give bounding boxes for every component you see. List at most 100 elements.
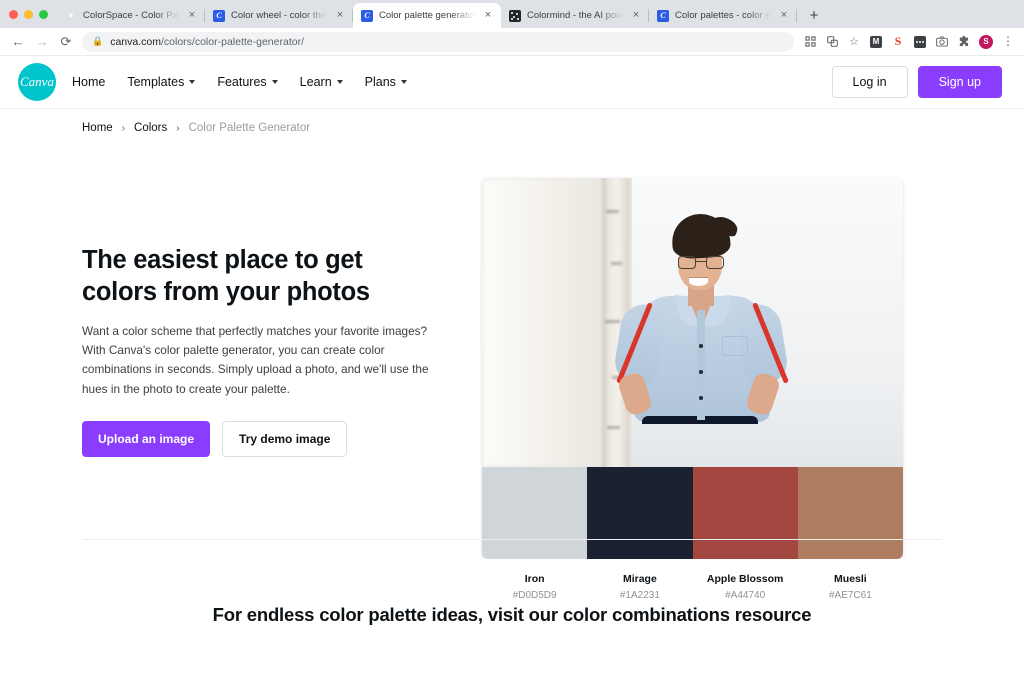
login-button[interactable]: Log in (831, 66, 908, 98)
window-maximize-button[interactable] (39, 9, 48, 19)
browser-toolbar: ← → ⟳ 🔒 canva.com/colors/color-palette-g… (0, 28, 1024, 56)
palette-labels: Iron #D0D5D9 Mirage #1A2231 Apple Blosso… (482, 559, 903, 601)
color-hex[interactable]: #D0D5D9 (482, 590, 587, 601)
hero-media-column: Iron #D0D5D9 Mirage #1A2231 Apple Blosso… (482, 178, 942, 601)
color-name: Iron (524, 573, 545, 585)
palette-swatches (482, 467, 903, 559)
nav-item-label: Learn (299, 75, 332, 89)
colorspace-icon: ⏸ (69, 10, 73, 20)
url-text: canva.com/colors/color-palette-generator… (110, 36, 304, 48)
forward-button[interactable]: → (30, 30, 54, 54)
qr-code-icon[interactable] (800, 32, 820, 52)
palette-label: Iron #D0D5D9 (482, 573, 587, 601)
person-figure (482, 178, 903, 467)
shirt-button (699, 344, 703, 348)
browser-tab-active[interactable]: C Color palette generator | Canva × (353, 3, 501, 28)
browser-tab[interactable]: C Color wheel - color theory and × (205, 3, 353, 28)
smile (689, 277, 708, 286)
back-button[interactable]: ← (6, 30, 30, 54)
tab-close-icon[interactable]: × (481, 9, 495, 23)
hero-actions: Upload an image Try demo image (82, 420, 442, 457)
hero-text-column: The easiest place to get colors from you… (82, 178, 442, 601)
nav-item-label: Home (72, 75, 106, 89)
tab-close-icon[interactable]: × (185, 9, 199, 23)
lock-icon: 🔒 (92, 36, 104, 46)
nav-item-label: Templates (127, 75, 185, 89)
url-domain: canva.com (110, 35, 161, 48)
bottom-section-heading: For endless color palette ideas, visit o… (212, 604, 812, 625)
canva-icon: C (213, 9, 225, 22)
nav-item-features[interactable]: Features (217, 75, 278, 89)
grammarly-extension-icon[interactable]: S (888, 32, 908, 52)
shirt-placket (697, 310, 705, 420)
shirt-button (699, 396, 703, 400)
nav-item-plans[interactable]: Plans (365, 75, 407, 89)
nav-item-label: Plans (364, 75, 396, 89)
screen-recorder-extension-icon[interactable] (910, 32, 930, 52)
chevron-down-icon (271, 80, 278, 84)
color-hex[interactable]: #1A2231 (587, 590, 692, 601)
address-bar[interactable]: 🔒 canva.com/colors/color-palette-generat… (82, 31, 794, 52)
gmail-extension-icon[interactable]: M (866, 32, 886, 52)
canva-logo[interactable]: Canva (18, 63, 56, 101)
upload-image-button[interactable]: Upload an image (82, 420, 211, 457)
color-hex[interactable]: #AE7C61 (798, 590, 903, 601)
tab-title: Color wheel - color theory and (231, 10, 327, 21)
chrome-menu-icon[interactable]: ⋮ (998, 32, 1018, 52)
palette-label: Apple Blossom #A44740 (693, 573, 798, 601)
reload-button[interactable]: ⟳ (54, 30, 78, 54)
chevron-down-icon (336, 80, 343, 84)
page-content: Canva Home Templates Features Learn Plan… (0, 56, 1024, 691)
browser-tab-strip: ⏸ ColorSpace - Color Palettes G × C Colo… (0, 0, 1024, 28)
try-demo-image-button[interactable]: Try demo image (222, 420, 348, 457)
breadcrumb-item-home[interactable]: Home (82, 122, 113, 134)
tab-title: Color palette generator | Canva (379, 10, 475, 21)
window-minimize-button[interactable] (24, 9, 33, 19)
new-tab-button[interactable]: + (801, 2, 827, 28)
breadcrumb-item-colors[interactable]: Colors (134, 122, 167, 134)
tab-close-icon[interactable]: × (333, 9, 347, 23)
glasses-icon (678, 256, 724, 269)
chevron-right-icon: › (121, 122, 126, 134)
tab-close-icon[interactable]: × (777, 9, 791, 23)
palette-label: Mirage #1A2231 (587, 573, 692, 601)
page-title: The easiest place to get colors from you… (82, 246, 370, 307)
tab-close-icon[interactable]: × (629, 9, 643, 23)
tab-title: ColorSpace - Color Palettes G (83, 10, 179, 21)
section-divider (82, 539, 942, 540)
shirt-pocket (722, 336, 748, 356)
screenshot-extension-icon[interactable] (932, 32, 952, 52)
source-photo (482, 178, 903, 467)
signup-button[interactable]: Sign up (917, 66, 1002, 98)
colormind-icon (509, 9, 521, 22)
browser-window: ⏸ ColorSpace - Color Palettes G × C Colo… (0, 0, 1024, 691)
extensions-puzzle-icon[interactable] (954, 32, 974, 52)
browser-tab[interactable]: ⏸ ColorSpace - Color Palettes G × (57, 3, 205, 28)
breadcrumb-item-current: Color Palette Generator (188, 122, 311, 134)
translate-icon[interactable] (822, 32, 842, 52)
nav-item-label: Features (217, 75, 267, 89)
nav-item-templates[interactable]: Templates (127, 75, 196, 89)
swatch-iron[interactable] (482, 467, 588, 559)
chevron-down-icon (189, 80, 196, 84)
color-hex[interactable]: #A44740 (693, 590, 798, 601)
browser-tab[interactable]: C Color palettes - color schemes × (649, 3, 797, 28)
palette-label: Muesli #AE7C61 (798, 573, 903, 601)
profile-avatar[interactable]: S (976, 32, 996, 52)
nav-item-home[interactable]: Home (72, 75, 105, 89)
swatch-muesli[interactable] (797, 467, 903, 559)
window-close-button[interactable] (9, 9, 18, 19)
tab-title: Colormind - the AI powered co (527, 10, 623, 21)
color-name: Mirage (622, 573, 657, 585)
nav-item-learn[interactable]: Learn (300, 75, 343, 89)
site-nav-actions: Log in Sign up (831, 66, 1002, 98)
canva-icon: C (657, 9, 669, 22)
window-traffic-lights (0, 0, 57, 28)
color-name: Muesli (834, 573, 867, 585)
swatch-apple-blossom[interactable] (692, 467, 798, 559)
swatch-mirage[interactable] (587, 467, 693, 559)
browser-tab[interactable]: Colormind - the AI powered co × (501, 3, 649, 28)
shirt-button (699, 370, 703, 374)
bookmark-star-icon[interactable]: ☆ (844, 32, 864, 52)
color-name: Apple Blossom (706, 573, 784, 585)
